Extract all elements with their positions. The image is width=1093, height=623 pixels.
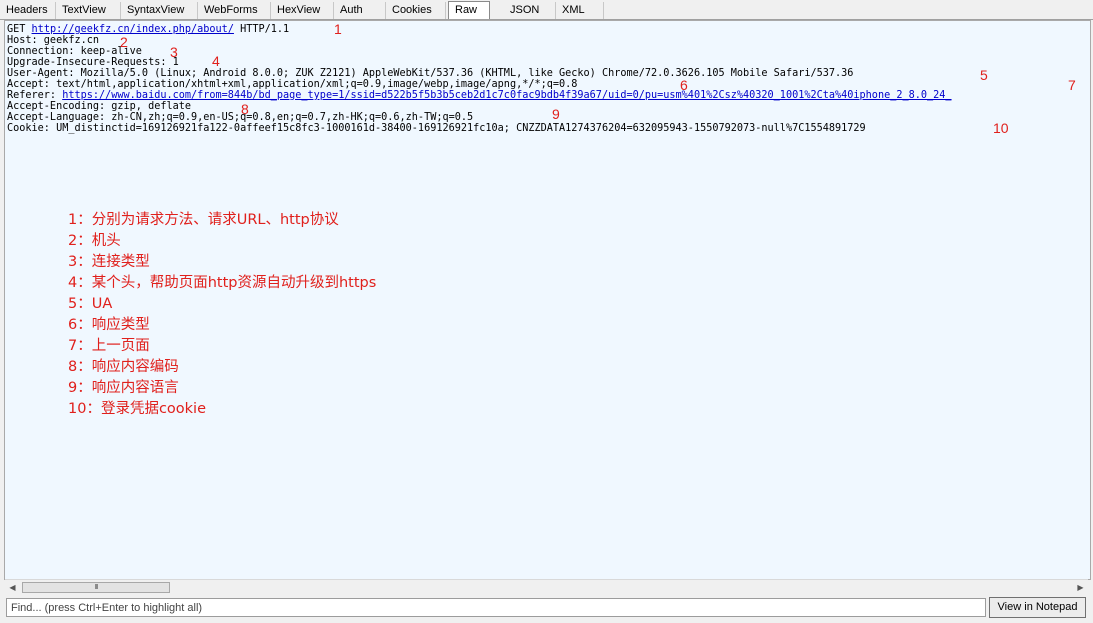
referer-label: Referer: — [7, 90, 63, 101]
tab-webforms[interactable]: WebForms — [198, 2, 271, 19]
tab-xml[interactable]: XML — [556, 2, 604, 19]
find-bar: View in Notepad — [0, 596, 1093, 623]
accept-header: Accept: text/html,application/xhtml+xml,… — [7, 79, 578, 90]
request-protocol: HTTP/1.1 — [233, 24, 290, 35]
annotation-item: 10：登录凭据cookie — [68, 401, 207, 417]
connection-header: Connection: keep-alive — [7, 46, 142, 57]
host-header: Host: geekfz.cn — [7, 35, 100, 46]
cookie-header: Cookie: UM_distinctid=169126921fa122-0af… — [7, 123, 866, 134]
tab-hexview[interactable]: HexView — [271, 2, 334, 19]
marker-2: 2 — [120, 34, 128, 50]
scroll-left-arrow-icon[interactable]: ◀ — [5, 580, 20, 595]
request-line: GET http://geekfz.cn/index.php/about/ HT… — [7, 24, 952, 35]
inspector-tab-bar: Headers TextView SyntaxView WebForms Hex… — [0, 0, 1093, 20]
annotation-item: 1：分别为请求方法、请求URL、http协议 — [68, 212, 339, 228]
find-input[interactable] — [6, 598, 986, 617]
scrollbar-thumb[interactable]: III — [22, 582, 170, 593]
tab-syntaxview[interactable]: SyntaxView — [121, 2, 198, 19]
annotation-item: 3：连接类型 — [68, 254, 150, 270]
accept-language-header: Accept-Language: zh-CN,zh;q=0.9,en-US;q=… — [7, 112, 474, 123]
user-agent-header: User-Agent: Mozilla/5.0 (Linux; Android … — [7, 68, 854, 79]
annotation-item: 5：UA — [68, 296, 113, 312]
accept-encoding-header: Accept-Encoding: gzip, deflate — [7, 101, 192, 112]
marker-3: 3 — [170, 44, 178, 60]
tab-headers[interactable]: Headers — [0, 2, 56, 19]
request-method: GET — [7, 24, 32, 35]
marker-5: 5 — [980, 67, 988, 83]
tab-cookies[interactable]: Cookies — [386, 2, 446, 19]
annotation-item: 9：响应内容语言 — [68, 380, 179, 396]
annotation-item: 6：响应类型 — [68, 317, 150, 333]
marker-8: 8 — [241, 101, 249, 117]
referer-header: Referer: https://www.baidu.com/from=844b… — [7, 90, 952, 101]
view-in-notepad-button[interactable]: View in Notepad — [989, 597, 1086, 618]
request-url-link[interactable]: http://geekfz.cn/index.php/about/ — [32, 24, 234, 35]
marker-9: 9 — [552, 106, 560, 122]
scroll-right-arrow-icon[interactable]: ▶ — [1073, 580, 1088, 595]
marker-6: 6 — [680, 77, 688, 93]
annotation-item: 8：响应内容编码 — [68, 359, 179, 375]
annotation-item: 4：某个头，帮助页面http资源自动升级到https — [68, 275, 377, 291]
marker-1: 1 — [334, 21, 342, 37]
annotation-item: 7：上一页面 — [68, 338, 150, 354]
tab-textview[interactable]: TextView — [56, 2, 121, 19]
marker-7: 7 — [1068, 77, 1076, 93]
referer-url-link[interactable]: https://www.baidu.com/from=844b/bd_page_… — [62, 90, 951, 101]
tab-auth[interactable]: Auth — [334, 2, 386, 19]
annotation-list: 1：分别为请求方法、请求URL、http协议 2：机头 3：连接类型 4：某个头… — [68, 210, 376, 420]
annotation-item: 2：机头 — [68, 233, 121, 249]
raw-request-pane[interactable]: GET http://geekfz.cn/index.php/about/ HT… — [4, 20, 1091, 580]
marker-4: 4 — [212, 53, 220, 69]
tab-json[interactable]: JSON — [504, 2, 556, 19]
marker-10: 10 — [993, 120, 1009, 136]
tab-raw[interactable]: Raw — [448, 1, 490, 19]
horizontal-scrollbar[interactable]: ◀ III ▶ — [5, 579, 1088, 595]
upgrade-insecure-header: Upgrade-Insecure-Requests: 1 — [7, 57, 179, 68]
raw-request-text: GET http://geekfz.cn/index.php/about/ HT… — [7, 24, 952, 134]
